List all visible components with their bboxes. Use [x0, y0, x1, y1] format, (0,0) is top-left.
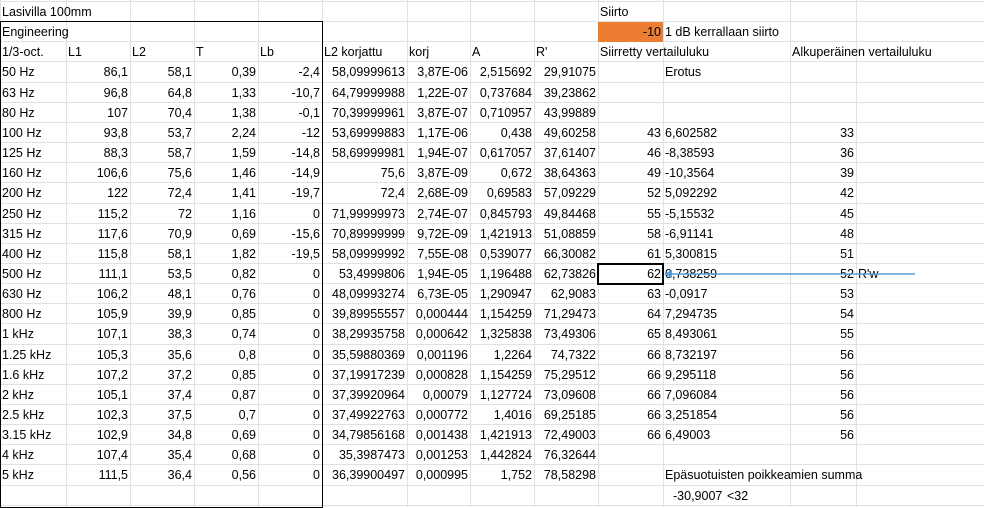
arrow-head-icon	[664, 270, 672, 279]
rw-arrow	[664, 270, 915, 279]
spreadsheet-grid[interactable]: Lasivilla 100mm Engineering 1/3-oct. L1 L2 T L…	[0, 0, 984, 508]
